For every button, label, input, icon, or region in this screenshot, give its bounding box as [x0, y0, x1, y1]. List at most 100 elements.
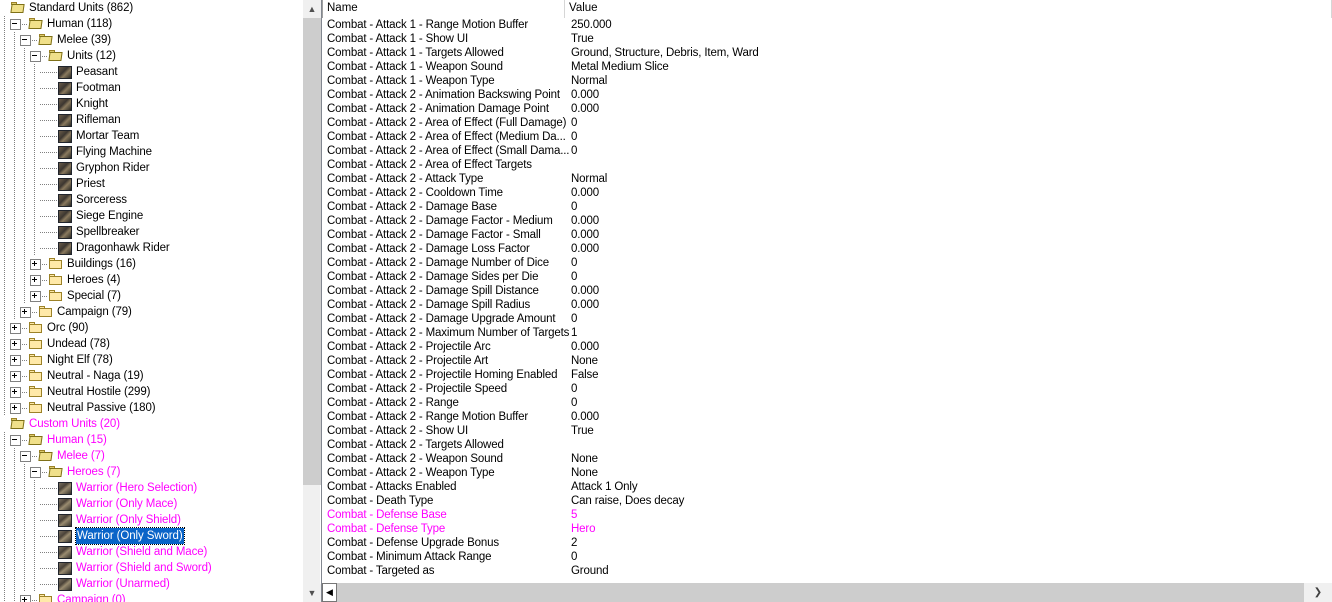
- grid-row[interactable]: Combat - Attack 2 - Projectile Arc 0.000: [322, 340, 1332, 354]
- field-value-cell[interactable]: 0: [569, 116, 1332, 130]
- field-value-cell[interactable]: 0.000: [569, 102, 1332, 116]
- expand-expander-icon[interactable]: [10, 322, 21, 334]
- grid-hscroll-thumb[interactable]: [337, 583, 1304, 602]
- grid-row[interactable]: Combat - Targeted as Ground: [322, 564, 1332, 578]
- field-value-cell[interactable]: 0: [569, 396, 1332, 410]
- field-value-cell[interactable]: 0: [569, 382, 1332, 396]
- grid-row[interactable]: Combat - Minimum Attack Range 0: [322, 550, 1332, 564]
- column-header-name[interactable]: Name: [322, 0, 565, 18]
- grid-row[interactable]: Combat - Attack 2 - Area of Effect (Full…: [322, 116, 1332, 130]
- grid-row[interactable]: Combat - Attack 2 - Damage Factor - Smal…: [322, 228, 1332, 242]
- grid-row[interactable]: Combat - Attack 2 - Animation Backswing …: [322, 88, 1332, 102]
- unit-tree-list[interactable]: Standard Units (862) Human (118) Melee (39…: [0, 0, 303, 602]
- tree-item[interactable]: Warrior (Shield and Sword): [0, 560, 303, 576]
- field-value-cell[interactable]: Attack 1 Only: [569, 480, 1332, 494]
- tree-item[interactable]: Rifleman: [0, 112, 303, 128]
- field-value-cell[interactable]: 0.000: [569, 340, 1332, 354]
- tree-scroll-thumb[interactable]: [303, 18, 321, 485]
- tree-item[interactable]: Mortar Team: [0, 128, 303, 144]
- field-value-cell[interactable]: True: [569, 32, 1332, 46]
- tree-item[interactable]: Standard Units (862): [0, 0, 303, 16]
- field-value-cell[interactable]: 0: [569, 200, 1332, 214]
- field-value-cell[interactable]: Normal: [569, 74, 1332, 88]
- field-value-cell[interactable]: [569, 438, 1332, 452]
- expand-expander-icon[interactable]: [10, 370, 21, 382]
- grid-row[interactable]: Combat - Attack 2 - Weapon Type None: [322, 466, 1332, 480]
- collapse-expander-icon[interactable]: [30, 50, 41, 62]
- grid-row[interactable]: Combat - Attack 2 - Area of Effect (Smal…: [322, 144, 1332, 158]
- field-value-cell[interactable]: [569, 158, 1332, 172]
- tree-item[interactable]: Special (7): [0, 288, 303, 304]
- grid-row[interactable]: Combat - Attack 2 - Projectile Art None: [322, 354, 1332, 368]
- tree-item[interactable]: Neutral - Naga (19): [0, 368, 303, 384]
- tree-item[interactable]: Units (12): [0, 48, 303, 64]
- grid-row[interactable]: Combat - Attack 1 - Show UI True: [322, 32, 1332, 46]
- field-value-cell[interactable]: 0.000: [569, 284, 1332, 298]
- chevron-down-icon[interactable]: ▼: [303, 584, 321, 602]
- field-value-cell[interactable]: 0: [569, 312, 1332, 326]
- field-value-cell[interactable]: Can raise, Does decay: [569, 494, 1332, 508]
- field-value-cell[interactable]: 2: [569, 536, 1332, 550]
- field-value-cell[interactable]: None: [569, 452, 1332, 466]
- expand-expander-icon[interactable]: [20, 594, 31, 602]
- field-value-cell[interactable]: Ground: [569, 564, 1332, 578]
- tree-item[interactable]: Melee (7): [0, 448, 303, 464]
- tree-item[interactable]: Campaign (0): [0, 592, 303, 602]
- field-value-cell[interactable]: Hero: [569, 522, 1332, 536]
- grid-row[interactable]: Combat - Attack 2 - Area of Effect (Medi…: [322, 130, 1332, 144]
- grid-row[interactable]: Combat - Attacks Enabled Attack 1 Only: [322, 480, 1332, 494]
- collapse-expander-icon[interactable]: [30, 466, 41, 478]
- field-value-cell[interactable]: Normal: [569, 172, 1332, 186]
- expand-expander-icon[interactable]: [20, 306, 31, 318]
- field-value-cell[interactable]: 5: [569, 508, 1332, 522]
- column-header-value[interactable]: Value: [565, 0, 1332, 18]
- grid-row[interactable]: Combat - Attack 2 - Show UI True: [322, 424, 1332, 438]
- tree-item[interactable]: Siege Engine: [0, 208, 303, 224]
- field-value-cell[interactable]: 0.000: [569, 214, 1332, 228]
- field-value-cell[interactable]: 0.000: [569, 410, 1332, 424]
- field-value-cell[interactable]: False: [569, 368, 1332, 382]
- tree-item[interactable]: Knight: [0, 96, 303, 112]
- grid-row[interactable]: Combat - Attack 2 - Projectile Speed 0: [322, 382, 1332, 396]
- tree-item[interactable]: Warrior (Unarmed): [0, 576, 303, 592]
- grid-row[interactable]: Combat - Attack 1 - Weapon Sound Metal Me…: [322, 60, 1332, 74]
- tree-item[interactable]: Campaign (79): [0, 304, 303, 320]
- grid-row[interactable]: Combat - Death Type Can raise, Does decay: [322, 494, 1332, 508]
- tree-item[interactable]: Heroes (7): [0, 464, 303, 480]
- grid-row[interactable]: Combat - Attack 2 - Damage Sides per Die…: [322, 270, 1332, 284]
- expand-expander-icon[interactable]: [10, 402, 21, 414]
- grid-row[interactable]: Combat - Attack 2 - Range Motion Buffer 0…: [322, 410, 1332, 424]
- tree-item[interactable]: Heroes (4): [0, 272, 303, 288]
- field-value-cell[interactable]: 250.000: [569, 18, 1332, 32]
- expand-expander-icon[interactable]: [30, 290, 41, 302]
- grid-row[interactable]: Combat - Defense Upgrade Bonus 2: [322, 536, 1332, 550]
- tree-item[interactable]: Custom Units (20): [0, 416, 303, 432]
- chevron-up-icon[interactable]: ▲: [303, 0, 321, 18]
- field-value-cell[interactable]: 0: [569, 256, 1332, 270]
- scroll-right-icon[interactable]: ❯: [1304, 583, 1332, 602]
- grid-row[interactable]: Combat - Attack 1 - Range Motion Buffer 2…: [322, 18, 1332, 32]
- field-value-cell[interactable]: 0: [569, 144, 1332, 158]
- field-grid-rows[interactable]: Combat - Attack 1 - Range Motion Buffer 2…: [322, 18, 1332, 582]
- expand-expander-icon[interactable]: [10, 386, 21, 398]
- grid-row[interactable]: Combat - Attack 2 - Animation Damage Poi…: [322, 102, 1332, 116]
- field-value-cell[interactable]: 0.000: [569, 298, 1332, 312]
- tree-item[interactable]: Warrior (Shield and Mace): [0, 544, 303, 560]
- tree-item[interactable]: Undead (78): [0, 336, 303, 352]
- tree-item[interactable]: Human (118): [0, 16, 303, 32]
- grid-row[interactable]: Combat - Attack 2 - Damage Number of Dic…: [322, 256, 1332, 270]
- tree-item[interactable]: Human (15): [0, 432, 303, 448]
- field-value-cell[interactable]: Ground, Structure, Debris, Item, Ward: [569, 46, 1332, 60]
- field-value-cell[interactable]: 0: [569, 130, 1332, 144]
- expand-expander-icon[interactable]: [10, 354, 21, 366]
- grid-row[interactable]: Combat - Attack 1 - Targets Allowed Groun…: [322, 46, 1332, 60]
- grid-row[interactable]: Combat - Defense Type Hero: [322, 522, 1332, 536]
- tree-item[interactable]: Priest: [0, 176, 303, 192]
- expand-expander-icon[interactable]: [10, 338, 21, 350]
- collapse-expander-icon[interactable]: [10, 434, 21, 446]
- field-value-cell[interactable]: 0.000: [569, 228, 1332, 242]
- grid-row[interactable]: Combat - Attack 2 - Damage Spill Distanc…: [322, 284, 1332, 298]
- tree-item[interactable]: Sorceress: [0, 192, 303, 208]
- grid-row[interactable]: Combat - Attack 2 - Damage Base 0: [322, 200, 1332, 214]
- grid-row[interactable]: Combat - Attack 1 - Weapon Type Normal: [322, 74, 1332, 88]
